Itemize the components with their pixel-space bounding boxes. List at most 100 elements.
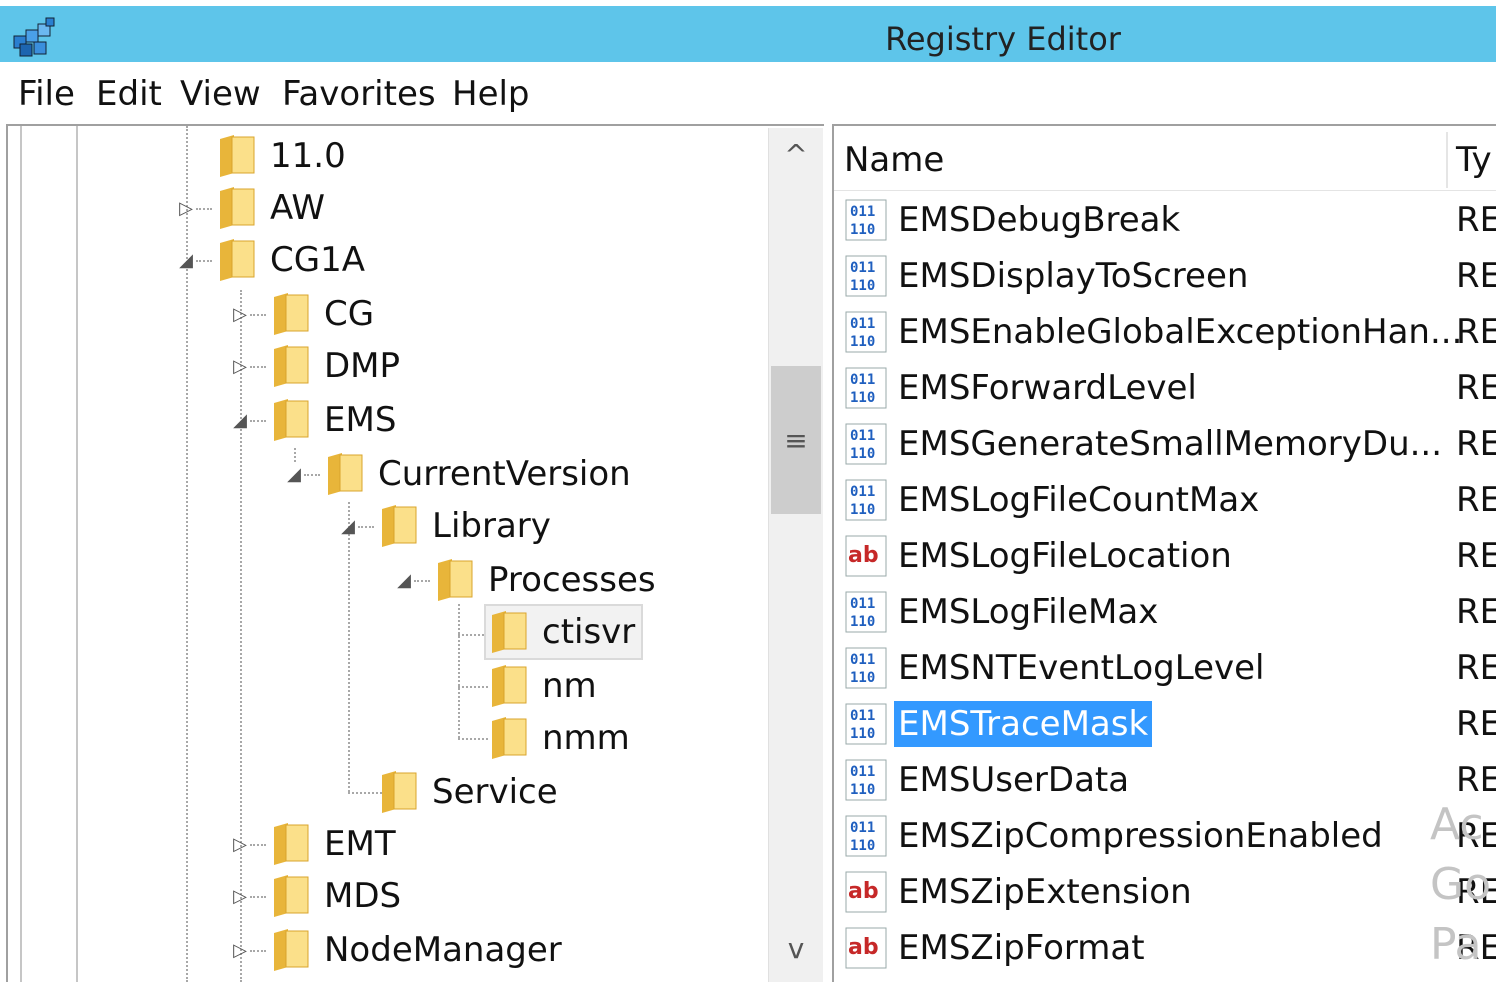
value-type: RE: [1456, 536, 1496, 576]
value-row[interactable]: 011 110 EMSTraceMask RE: [834, 696, 1496, 752]
svg-text:011: 011: [850, 708, 875, 724]
value-row[interactable]: 011 110 EMSDisplayToScreen RE: [834, 248, 1496, 304]
svg-text:011: 011: [850, 764, 875, 780]
expand-arrow-icon[interactable]: ▷: [176, 182, 196, 234]
value-name[interactable]: EMSZipCompressionEnabled: [894, 813, 1387, 859]
tree-node[interactable]: Service: [376, 766, 558, 818]
collapse-arrow-icon[interactable]: ◢: [394, 554, 414, 606]
expand-arrow-icon[interactable]: ▷: [230, 340, 250, 392]
expand-arrow-icon[interactable]: ▷: [230, 818, 250, 870]
value-name[interactable]: EMSUserData: [894, 757, 1133, 803]
title-bar[interactable]: Registry Editor: [0, 6, 1496, 62]
value-name[interactable]: EMSDebugBreak: [894, 197, 1184, 243]
value-row[interactable]: 011 110 EMSForwardLevel RE: [834, 360, 1496, 416]
svg-text:110: 110: [850, 614, 875, 630]
value-row[interactable]: 011 110 EMSDebugBreak RE: [834, 192, 1496, 248]
value-name[interactable]: EMSLogFileLocation: [894, 533, 1236, 579]
svg-text:110: 110: [850, 334, 875, 350]
scroll-down-button[interactable]: v: [769, 922, 823, 974]
tree-guide-line: [76, 126, 78, 982]
tree-node-selected[interactable]: ctisvr: [483, 604, 644, 660]
column-name-header[interactable]: Name: [844, 140, 944, 180]
svg-text:110: 110: [850, 502, 875, 518]
string-icon: ab: [844, 534, 890, 578]
tree-node[interactable]: EMT: [268, 818, 396, 870]
expand-arrow-icon[interactable]: ▷: [230, 870, 250, 922]
menu-edit[interactable]: Edit: [96, 74, 162, 114]
value-row[interactable]: 011 110 EMSUserData RE: [834, 752, 1496, 808]
svg-text:011: 011: [850, 820, 875, 836]
dword-icon: 011 110: [844, 198, 890, 242]
folder-icon: [220, 239, 255, 281]
collapse-arrow-icon[interactable]: ◢: [176, 234, 196, 286]
scroll-up-button[interactable]: ^: [769, 128, 823, 180]
value-type: RE: [1456, 424, 1496, 464]
registry-editor-window: Registry Editor File Edit View Favorites…: [0, 0, 1496, 982]
svg-text:110: 110: [850, 446, 875, 462]
value-row[interactable]: ab EMSLogFileLocation RE: [834, 528, 1496, 584]
column-divider[interactable]: [1446, 132, 1448, 188]
value-name[interactable]: EMSZipFormat: [894, 925, 1149, 971]
value-row[interactable]: 011 110 EMSNTEventLogLevel RE: [834, 640, 1496, 696]
tree-guide-line: [196, 260, 212, 262]
tree-node[interactable]: nmm: [486, 712, 630, 764]
tree-node[interactable]: DMP: [268, 340, 400, 392]
value-row[interactable]: 011 110 EMSZipCompressionEnabled RE: [834, 808, 1496, 864]
tree-node[interactable]: MDS: [268, 870, 401, 922]
scroll-thumb[interactable]: ≡: [771, 366, 821, 514]
menu-favorites[interactable]: Favorites: [282, 74, 436, 114]
tree-guide-line: [250, 420, 266, 422]
tree-guide-line: [250, 366, 266, 368]
column-type-header[interactable]: Ty: [1456, 140, 1492, 180]
svg-text:110: 110: [850, 390, 875, 406]
expand-arrow-icon[interactable]: ▷: [230, 924, 250, 976]
value-row[interactable]: 011 110 EMSLogFileCountMax RE: [834, 472, 1496, 528]
tree-guide-line: [304, 474, 320, 476]
value-row[interactable]: 011 110 EMSGenerateSmallMemoryDu... RE: [834, 416, 1496, 472]
svg-text:011: 011: [850, 484, 875, 500]
value-name[interactable]: EMSTraceMask: [894, 701, 1153, 747]
value-row[interactable]: 011 110 EMSEnableGlobalExceptionHan... RE: [834, 304, 1496, 360]
value-name[interactable]: EMSDisplayToScreen: [894, 253, 1252, 299]
value-name[interactable]: EMSLogFileCountMax: [894, 477, 1263, 523]
collapse-arrow-icon[interactable]: ◢: [338, 500, 358, 552]
value-row[interactable]: ab EMSZipFormat RE: [834, 920, 1496, 976]
value-type: RE: [1456, 592, 1496, 632]
tree-node[interactable]: Processes: [432, 554, 656, 606]
tree-node[interactable]: Library: [376, 500, 551, 552]
tree-node[interactable]: nm: [486, 660, 597, 712]
value-name[interactable]: EMSGenerateSmallMemoryDu...: [894, 421, 1446, 467]
value-name[interactable]: EMSZipExtension: [894, 869, 1196, 915]
folder-icon: [492, 717, 527, 759]
collapse-arrow-icon[interactable]: ◢: [230, 394, 250, 446]
tree-node[interactable]: CG1A: [214, 234, 365, 286]
value-name[interactable]: EMSEnableGlobalExceptionHan...: [894, 309, 1466, 355]
tree-node[interactable]: EMS: [268, 394, 396, 446]
folder-icon: [220, 187, 255, 229]
dword-icon: 011 110: [844, 254, 890, 298]
value-name[interactable]: EMSForwardLevel: [894, 365, 1201, 411]
expand-arrow-icon[interactable]: ▷: [230, 288, 250, 340]
tree-node[interactable]: NodeManager: [268, 924, 562, 976]
value-row[interactable]: 011 110 EMSLogFileMax RE: [834, 584, 1496, 640]
tree-node[interactable]: CurrentVersion: [322, 448, 631, 500]
value-type: RE: [1456, 312, 1496, 352]
collapse-arrow-icon[interactable]: ◢: [284, 448, 304, 500]
value-row[interactable]: ab EMSZipExtension RE: [834, 864, 1496, 920]
key-tree-pane[interactable]: [6, 124, 824, 982]
tree-scrollbar[interactable]: ^ ≡ v: [768, 128, 823, 982]
tree-guide-line: [196, 208, 212, 210]
folder-icon: [438, 559, 473, 601]
value-name[interactable]: EMSNTEventLogLevel: [894, 645, 1268, 691]
tree-node[interactable]: 11.0: [214, 130, 346, 182]
svg-text:011: 011: [850, 596, 875, 612]
tree-guide-line: [458, 738, 488, 740]
menu-file[interactable]: File: [18, 74, 75, 114]
menu-help[interactable]: Help: [452, 74, 530, 114]
svg-text:ab: ab: [848, 543, 879, 568]
value-name[interactable]: EMSLogFileMax: [894, 589, 1162, 635]
menu-view[interactable]: View: [180, 74, 261, 114]
tree-node[interactable]: AW: [214, 182, 325, 234]
string-icon: ab: [844, 926, 890, 970]
tree-node[interactable]: CG: [268, 288, 374, 340]
